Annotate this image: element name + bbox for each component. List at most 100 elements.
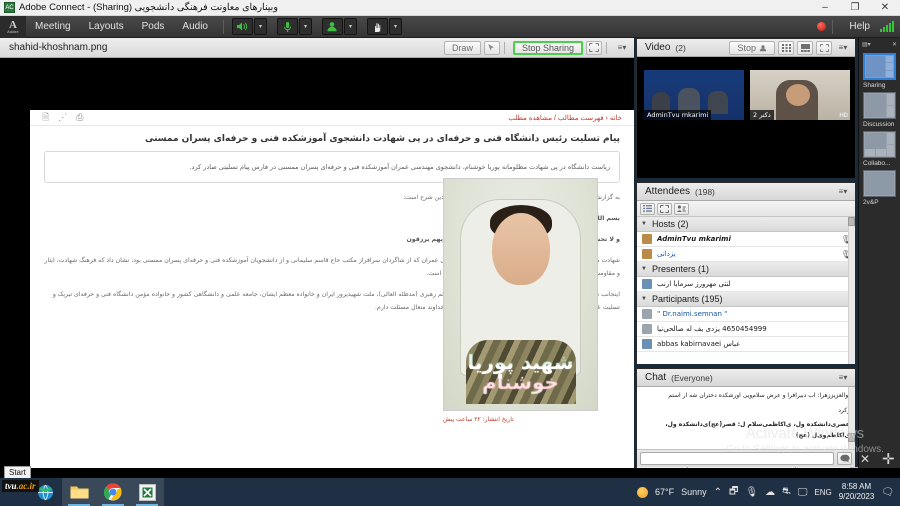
attendee-row-participant-3[interactable]: abbas kabirnavaei عباس — [637, 337, 855, 352]
chat-scrollbar-thumb[interactable] — [848, 433, 855, 442]
chat-input[interactable] — [640, 452, 834, 465]
layout-thumb-sharing — [863, 53, 896, 80]
layout-item-2vp[interactable]: 2v&P — [863, 170, 896, 206]
notification-icon[interactable]: 🗨 — [881, 487, 894, 498]
print-icon[interactable]: ⎙ — [76, 112, 83, 123]
microphone-button[interactable] — [276, 18, 298, 35]
taskbar-file-explorer-icon[interactable] — [62, 478, 96, 506]
attendees-toolbar — [637, 201, 855, 217]
layout-item-sharing[interactable]: Sharing — [863, 53, 896, 89]
attendee-row-host-2[interactable]: یزدانی 🎙 — [637, 247, 855, 262]
attendee-row-presenter-1[interactable]: لنتی مهرورز سرمایا ارنب — [637, 277, 855, 292]
video-pod-header: Video (2) Stop ≡▾ — [637, 39, 855, 57]
chat-scrollbar[interactable] — [848, 387, 855, 449]
attendee-name: " Dr.naimi.semnan " — [657, 310, 728, 318]
video-stop-button[interactable]: Stop — [729, 40, 775, 55]
language-indicator[interactable]: ENG — [814, 488, 831, 497]
layout-bar-header: ▤▾ ✕ — [859, 38, 900, 50]
camera-icon[interactable]: 🗗 — [729, 484, 738, 501]
menu-divider — [222, 19, 224, 34]
grid-view-icon[interactable] — [778, 40, 794, 55]
attendees-pod-menu-icon[interactable]: ≡▾ — [835, 185, 851, 199]
taskbar-adobe-connect-icon[interactable] — [130, 478, 164, 506]
name-sort-icon[interactable] — [674, 202, 689, 215]
chat-scope: (Everyone) — [671, 372, 713, 383]
attendees-list[interactable]: ▼ Hosts (2) AdminTvu mkarimi 🎙 یزدانی 🎙 … — [637, 217, 855, 364]
menu-layouts[interactable]: Layouts — [80, 16, 133, 38]
page-icon[interactable]: 🗎 — [42, 110, 49, 126]
layout-bar: ▤▾ ✕ Sharing Discussion Collabo... 2v&P — [858, 38, 900, 468]
camera-button[interactable] — [321, 18, 343, 35]
raise-hand-button[interactable] — [366, 18, 388, 35]
avatar-presenter — [642, 279, 652, 289]
attendees-group-presenters[interactable]: ▼ Presenters (1) — [637, 262, 855, 277]
speaker-dropdown[interactable]: ▾ — [253, 18, 267, 35]
list-view-icon[interactable] — [640, 202, 655, 215]
menu-audio[interactable]: Audio — [173, 16, 217, 38]
network-icon[interactable]: ⛐ — [782, 486, 791, 499]
speaker-button[interactable] — [231, 18, 253, 35]
weather-temperature[interactable]: 67°F — [655, 487, 674, 497]
chat-pod-menu-icon[interactable]: ≡▾ — [835, 371, 851, 385]
pod-add-icon[interactable]: ✛ — [882, 450, 895, 468]
help-button[interactable]: Help — [839, 21, 880, 32]
menubar: A Adobe Meeting Layouts Pods Audio ▾ ▾ ▾ — [0, 15, 900, 38]
video-pod-title: Video — [645, 42, 671, 53]
chat-messages[interactable]: بوالعزیززهرا: اب دبیرافرا و عرض سلام‌ویی… — [637, 387, 855, 449]
taskbar-chrome-icon[interactable] — [96, 478, 130, 506]
share-pod-menu-icon[interactable]: ≡▾ — [614, 41, 630, 55]
fullscreen-icon[interactable] — [586, 40, 602, 55]
clock-date: 9/20/2023 — [838, 492, 875, 501]
poster-caption: شهید پوریا خوشنام — [444, 352, 597, 392]
attendees-group-participants[interactable]: ▼ Participants (195) — [637, 292, 855, 307]
attendee-name: AdminTvu mkarimi — [657, 235, 731, 243]
weather-description[interactable]: Sunny — [681, 487, 707, 497]
pointer-icon[interactable] — [483, 40, 500, 55]
camera-dropdown[interactable]: ▾ — [343, 18, 357, 35]
attendees-scrollbar-thumb[interactable] — [848, 217, 855, 226]
pod-close-icon[interactable]: ✕ — [860, 452, 870, 466]
raise-hand-dropdown[interactable]: ▾ — [388, 18, 402, 35]
breadcrumb[interactable]: خانه ‹ فهرست مطالب / مشاهده مطلب — [508, 114, 622, 122]
attendees-group-hosts[interactable]: ▼ Hosts (2) — [637, 217, 855, 232]
chat-pod-title: Chat — [645, 372, 667, 383]
stop-sharing-button[interactable]: Stop Sharing — [512, 40, 583, 55]
clock[interactable]: 8:58 AM 9/20/2023 — [839, 482, 875, 502]
attendees-group-hosts-label: Hosts (2) — [651, 219, 689, 229]
filmstrip-view-icon[interactable] — [797, 40, 813, 55]
menu-meeting[interactable]: Meeting — [26, 16, 80, 38]
rss-icon[interactable]: ⋰ — [58, 112, 67, 123]
layout-close-icon[interactable]: ✕ — [892, 41, 897, 48]
layout-item-discussion[interactable]: Discussion — [863, 92, 896, 128]
window-title: وبینارهای معاونت فرهنگی دانشجویی (Sharin… — [19, 2, 278, 13]
microphone-dropdown[interactable]: ▾ — [298, 18, 312, 35]
system-tray: 67°F Sunny ⌃ 🗗 🎙 ☁ ⛐ 🖵 ENG 8:58 AM 9/20/… — [636, 482, 900, 502]
minimize-button[interactable]: – — [810, 0, 840, 16]
adobe-logo-word: Adobe — [7, 29, 19, 34]
video-tile-2[interactable]: دکتر 2 HD — [750, 70, 850, 120]
layout-item-collaboration[interactable]: Collabo... — [863, 131, 896, 167]
layout-menu-icon[interactable]: ▤▾ — [862, 41, 871, 48]
video-tile-1-label: AdminTvu mkarimi — [644, 110, 712, 120]
menu-pods[interactable]: Pods — [133, 16, 174, 38]
attendee-row-host-1[interactable]: AdminTvu mkarimi 🎙 — [637, 232, 855, 247]
attendees-scrollbar[interactable] — [848, 217, 855, 364]
chat-bubble-icon[interactable] — [837, 452, 852, 465]
display-icon[interactable]: 🖵 — [798, 487, 808, 498]
draw-button[interactable]: Draw — [443, 40, 481, 55]
onedrive-icon[interactable]: ☁ — [765, 487, 775, 498]
avatar-host — [642, 234, 652, 244]
breakout-icon[interactable] — [657, 202, 672, 215]
video-fullscreen-icon[interactable] — [816, 40, 832, 55]
layout-label-discussion: Discussion — [863, 121, 895, 128]
close-button[interactable]: ✕ — [870, 0, 900, 16]
attendee-row-participant-2[interactable]: 4650454999 یزدی یف له صالحی‌نیا — [637, 322, 855, 337]
attendee-row-participant-1[interactable]: " Dr.naimi.semnan " — [637, 307, 855, 322]
video-pod-menu-icon[interactable]: ≡▾ — [835, 41, 851, 55]
window-titlebar: AC وبینارهای معاونت فرهنگی دانشجویی (Sha… — [0, 0, 900, 16]
video-tile-1[interactable]: AdminTvu mkarimi — [644, 70, 744, 120]
microphone-icon[interactable]: 🎙 — [745, 487, 758, 498]
maximize-button[interactable]: ❐ — [840, 0, 870, 16]
chevron-up-icon[interactable]: ⌃ — [714, 487, 722, 498]
layout-label-collaboration: Collabo... — [863, 160, 891, 167]
